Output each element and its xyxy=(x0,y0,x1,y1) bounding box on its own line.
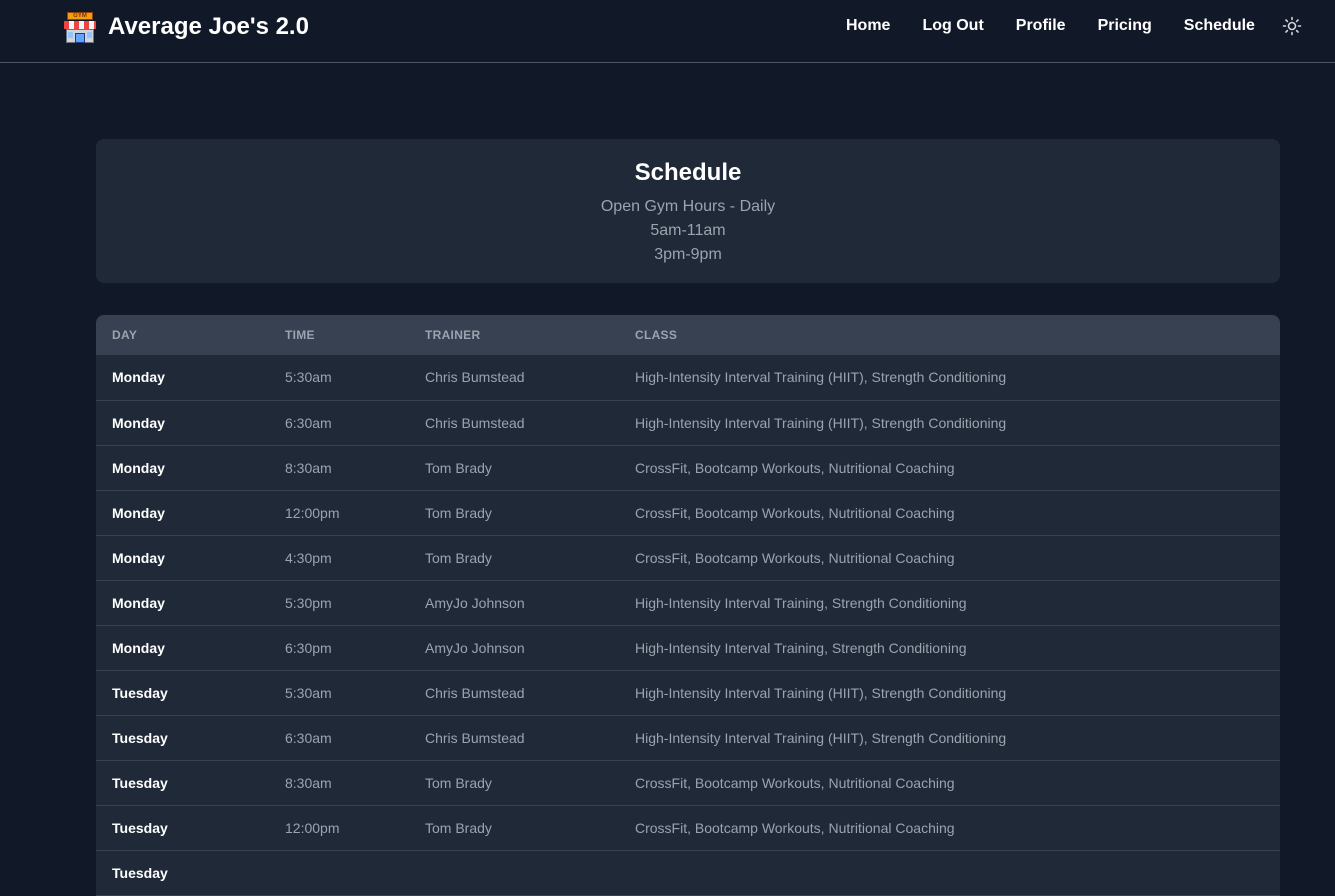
table-row: Monday 4:30pm Tom Brady CrossFit, Bootcamp … xyxy=(96,535,1280,580)
cell-class: High-Intensity Interval Training (HIIT),… xyxy=(635,369,1007,386)
cell-class: High-Intensity Interval Training (HIIT),… xyxy=(635,729,1007,746)
cell-day: Monday xyxy=(112,594,165,611)
schedule-table-container: Day Time Trainer Class Monday 5:30am Chris… xyxy=(96,315,1280,896)
cell-trainer: Tom Brady xyxy=(425,504,492,521)
nav-pricing[interactable]: Pricing xyxy=(1098,17,1152,35)
sun-icon xyxy=(1282,16,1302,36)
cell-class xyxy=(619,850,1280,895)
table-row: Monday 6:30am Chris Bumstead High-Intensity… xyxy=(96,400,1280,445)
cell-time: 5:30am xyxy=(285,369,332,386)
main-nav: Home Log Out Profile Pricing Schedule xyxy=(846,17,1287,35)
cell-day: Monday xyxy=(112,639,165,656)
schedule-table: Day Time Trainer Class Monday 5:30am Chris… xyxy=(96,315,1280,896)
gym-storefront-logo: GYM xyxy=(64,11,96,43)
schedule-hero-card: Schedule Open Gym Hours - Daily 5am-11am… xyxy=(96,139,1280,283)
table-header-row: Day Time Trainer Class xyxy=(96,315,1280,355)
cell-day: Monday xyxy=(112,369,165,386)
table-row: Tuesday xyxy=(96,850,1280,895)
cell-time: 12:00pm xyxy=(285,504,340,521)
table-row: Tuesday 8:30am Tom Brady CrossFit, Bootcamp… xyxy=(96,760,1280,805)
cell-class: High-Intensity Interval Training (HIIT),… xyxy=(635,684,1007,701)
cell-time: 4:30pm xyxy=(285,549,332,566)
cell-day: Tuesday xyxy=(112,819,168,836)
cell-time: 6:30pm xyxy=(285,639,332,656)
cell-class: CrossFit, Bootcamp Workouts, Nutritional… xyxy=(635,774,955,791)
logo-sign: GYM xyxy=(67,12,93,20)
table-body: Monday 5:30am Chris Bumstead High-Intensity… xyxy=(96,355,1280,895)
morning-hours: 5am-11am xyxy=(650,222,726,239)
cell-trainer xyxy=(409,850,619,895)
logo-window-right xyxy=(87,32,92,38)
cell-time: 12:00pm xyxy=(285,819,340,836)
cell-day: Monday xyxy=(112,549,165,566)
cell-day: Tuesday xyxy=(112,684,168,701)
cell-time xyxy=(269,850,409,895)
table-row: Monday 8:30am Tom Brady CrossFit, Bootcamp … xyxy=(96,445,1280,490)
cell-class: CrossFit, Bootcamp Workouts, Nutritional… xyxy=(635,459,955,476)
evening-hours: 3pm-9pm xyxy=(654,246,722,263)
table-row: Tuesday 12:00pm Tom Brady CrossFit, Bootcam… xyxy=(96,805,1280,850)
cell-class: CrossFit, Bootcamp Workouts, Nutritional… xyxy=(635,504,955,521)
cell-time: 6:30am xyxy=(285,729,332,746)
logo-window-left xyxy=(68,32,73,38)
column-header-time: Time xyxy=(285,328,315,342)
logo-door xyxy=(75,33,85,43)
cell-class: CrossFit, Bootcamp Workouts, Nutritional… xyxy=(635,549,955,566)
cell-class: CrossFit, Bootcamp Workouts, Nutritional… xyxy=(635,819,955,836)
table-row: Monday 5:30am Chris Bumstead High-Intensity… xyxy=(96,355,1280,400)
cell-trainer: Chris Bumstead xyxy=(425,729,525,746)
cell-trainer: Tom Brady xyxy=(425,819,492,836)
table-row: Monday 6:30pm AmyJo Johnson High-Intensity … xyxy=(96,625,1280,670)
cell-time: 6:30am xyxy=(285,414,332,431)
cell-trainer: Chris Bumstead xyxy=(425,369,525,386)
theme-toggle-button[interactable] xyxy=(1282,16,1302,36)
cell-time: 5:30am xyxy=(285,684,332,701)
logo-awning xyxy=(64,21,96,29)
cell-day: Monday xyxy=(112,459,165,476)
cell-trainer: Chris Bumstead xyxy=(425,684,525,701)
cell-trainer: AmyJo Johnson xyxy=(425,639,525,656)
page-title: Schedule xyxy=(634,159,742,186)
brand-title: Average Joe's 2.0 xyxy=(108,13,309,40)
cell-time: 5:30pm xyxy=(285,594,332,611)
table-row: Monday 5:30pm AmyJo Johnson High-Intensity … xyxy=(96,580,1280,625)
column-header-day: Day xyxy=(112,328,138,342)
column-header-trainer: Trainer xyxy=(425,328,481,342)
cell-day: Tuesday xyxy=(112,729,168,746)
table-row: Tuesday 6:30am Chris Bumstead High-Intensit… xyxy=(96,715,1280,760)
cell-class: High-Intensity Interval Training (HIIT),… xyxy=(635,414,1007,431)
cell-day: Monday xyxy=(112,414,165,431)
nav-profile[interactable]: Profile xyxy=(1016,17,1066,35)
brand-link[interactable]: GYM Average Joe's 2.0 xyxy=(64,10,309,44)
cell-time: 8:30am xyxy=(285,774,332,791)
cell-trainer: Chris Bumstead xyxy=(425,414,525,431)
nav-home[interactable]: Home xyxy=(846,17,890,35)
cell-time: 8:30am xyxy=(285,459,332,476)
cell-day: Monday xyxy=(112,504,165,521)
cell-trainer: Tom Brady xyxy=(425,774,492,791)
cell-class: High-Intensity Interval Training, Streng… xyxy=(635,594,967,611)
cell-day: Tuesday xyxy=(112,774,168,791)
cell-day: Tuesday xyxy=(112,864,168,881)
cell-trainer: Tom Brady xyxy=(425,459,492,476)
top-navbar: GYM Average Joe's 2.0 Home Log Out Profi… xyxy=(0,0,1335,63)
nav-schedule[interactable]: Schedule xyxy=(1184,17,1255,35)
nav-log-out[interactable]: Log Out xyxy=(922,17,983,35)
column-header-class: Class xyxy=(635,328,678,342)
table-row: Monday 12:00pm Tom Brady CrossFit, Bootcamp… xyxy=(96,490,1280,535)
open-gym-hours-label: Open Gym Hours - Daily xyxy=(600,198,776,215)
cell-trainer: Tom Brady xyxy=(425,549,492,566)
cell-trainer: AmyJo Johnson xyxy=(425,594,525,611)
table-row: Tuesday 5:30am Chris Bumstead High-Intensit… xyxy=(96,670,1280,715)
cell-class: High-Intensity Interval Training, Streng… xyxy=(635,639,967,656)
